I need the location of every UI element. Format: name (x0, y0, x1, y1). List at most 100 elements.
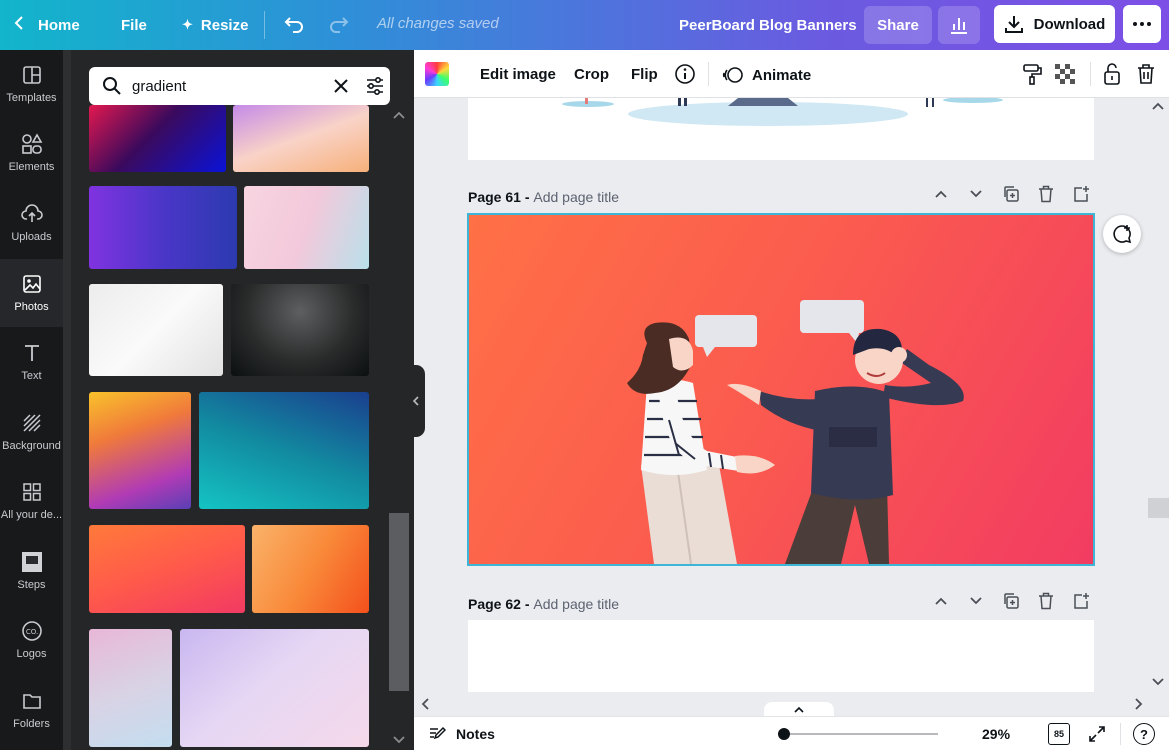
chevron-up-icon (794, 706, 804, 713)
chevron-down-icon (1152, 678, 1164, 686)
chevron-down-icon (969, 597, 982, 605)
upload-cloud-icon (20, 203, 43, 225)
search-icon (103, 77, 121, 95)
top-bar: Home File ✦ Resize All changes saved Pee… (0, 0, 1169, 50)
photo-thumbnail[interactable] (199, 392, 369, 509)
delete-page-button[interactable] (1028, 592, 1063, 610)
zoom-slider[interactable] (778, 727, 938, 741)
photo-thumbnail[interactable] (233, 105, 369, 172)
page-62-label: Page 62 - Add page title (468, 596, 619, 612)
home-button[interactable]: Home (14, 0, 80, 50)
rail-item-uploads[interactable]: Uploads (0, 189, 63, 257)
rail-item-templates[interactable]: Templates (0, 50, 63, 118)
rail-item-text[interactable]: Text (0, 328, 63, 396)
animate-icon (722, 67, 743, 83)
rail-item-steps[interactable]: Steps (0, 537, 63, 605)
chevron-up-icon (393, 111, 405, 119)
panel-scroll-thumb[interactable] (389, 513, 409, 691)
rail-item-all-designs[interactable]: All your de... (0, 467, 63, 535)
zoom-handle[interactable] (778, 728, 790, 740)
sparkle-icon: ✦ (182, 17, 193, 32)
svg-text:CO.: CO. (25, 628, 37, 636)
photo-thumbnail[interactable] (231, 284, 369, 376)
photo-thumbnail[interactable] (180, 629, 369, 747)
add-page-title-button[interactable]: Add page title (533, 596, 619, 612)
move-page-up-button[interactable] (923, 596, 958, 606)
color-swatch-button[interactable] (425, 62, 449, 86)
copy-style-button[interactable] (1021, 63, 1043, 90)
photo-thumbnail[interactable] (89, 525, 245, 613)
zoom-track (778, 733, 938, 735)
page-62[interactable] (468, 620, 1094, 692)
add-page-title-button[interactable]: Add page title (533, 189, 619, 205)
fullscreen-button[interactable] (1088, 725, 1106, 748)
rail-label: Uploads (11, 231, 52, 243)
page-61-controls (923, 185, 1098, 203)
photo-thumbnail[interactable] (89, 105, 226, 172)
add-comment-button[interactable] (1103, 215, 1141, 253)
chevron-up-icon (934, 597, 947, 605)
share-button[interactable]: Share (864, 6, 932, 44)
help-button[interactable]: ? (1133, 723, 1155, 745)
notes-button[interactable]: Notes (428, 725, 495, 743)
context-toolbar: Edit image Crop Flip Animate (414, 50, 1169, 98)
home-label: Home (38, 16, 80, 34)
flip-button[interactable]: Flip (631, 66, 658, 83)
rail-label: Logos (16, 648, 47, 660)
move-page-down-button[interactable] (958, 189, 993, 199)
add-page-button[interactable] (1063, 185, 1098, 203)
undo-icon (284, 17, 303, 33)
animate-button[interactable]: Animate (722, 64, 811, 86)
rail-item-elements[interactable]: Elements (0, 119, 63, 187)
add-page-button[interactable] (1063, 592, 1098, 610)
edit-image-button[interactable]: Edit image (480, 66, 556, 83)
transparency-button[interactable] (1055, 64, 1075, 89)
insights-button[interactable] (938, 6, 980, 44)
page-60[interactable] (468, 98, 1094, 160)
lock-button[interactable] (1102, 62, 1122, 91)
rail-item-photos[interactable]: Photos (0, 259, 63, 327)
add-page-icon (1073, 593, 1089, 609)
search-bar (89, 67, 390, 105)
more-horizontal-icon (1133, 22, 1151, 26)
download-button[interactable]: Download (994, 5, 1115, 43)
duplicate-page-button[interactable] (993, 592, 1028, 610)
rail-label: Text (21, 370, 42, 382)
chevron-up-icon (1152, 102, 1164, 110)
page-61-banner[interactable] (467, 213, 1095, 566)
move-page-up-button[interactable] (923, 189, 958, 199)
more-options-button[interactable] (1123, 5, 1161, 43)
rail-item-logos[interactable]: CO. Logos (0, 606, 63, 674)
canvas-scroll-thumb[interactable] (1148, 498, 1169, 518)
rail-item-folders[interactable]: Folders (0, 676, 63, 744)
move-page-down-button[interactable] (958, 596, 993, 606)
canvas-scroll-up[interactable] (1150, 98, 1166, 119)
file-menu-button[interactable]: File (121, 0, 147, 50)
design-title[interactable]: PeerBoard Blog Banners (679, 0, 857, 50)
photo-thumbnail[interactable] (89, 629, 172, 747)
photo-thumbnail[interactable] (89, 392, 191, 509)
resize-button[interactable]: ✦ Resize (182, 0, 248, 50)
divider (1090, 62, 1091, 86)
delete-button[interactable] (1136, 63, 1156, 90)
rail-item-background[interactable]: Background (0, 398, 63, 466)
photo-thumbnail[interactable] (89, 284, 223, 376)
clear-search-button[interactable] (334, 79, 348, 93)
page-count-button[interactable]: 85 (1048, 723, 1070, 745)
photo-thumbnail[interactable] (89, 186, 237, 269)
undo-button[interactable] (283, 13, 305, 40)
collapse-panel-button[interactable] (407, 365, 425, 437)
info-button[interactable] (674, 63, 696, 90)
panel-edge (63, 50, 71, 750)
rail-label: Elements (8, 161, 55, 173)
photo-thumbnail[interactable] (252, 525, 369, 613)
filter-button[interactable] (365, 76, 385, 96)
delete-page-button[interactable] (1028, 185, 1063, 203)
crop-button[interactable]: Crop (574, 66, 609, 83)
zoom-level[interactable]: 29% (982, 726, 1010, 742)
duplicate-page-button[interactable] (993, 185, 1028, 203)
redo-button[interactable] (328, 13, 350, 40)
page-count: 85 (1053, 729, 1064, 739)
search-input[interactable] (132, 77, 322, 95)
photo-thumbnail[interactable] (244, 186, 369, 269)
